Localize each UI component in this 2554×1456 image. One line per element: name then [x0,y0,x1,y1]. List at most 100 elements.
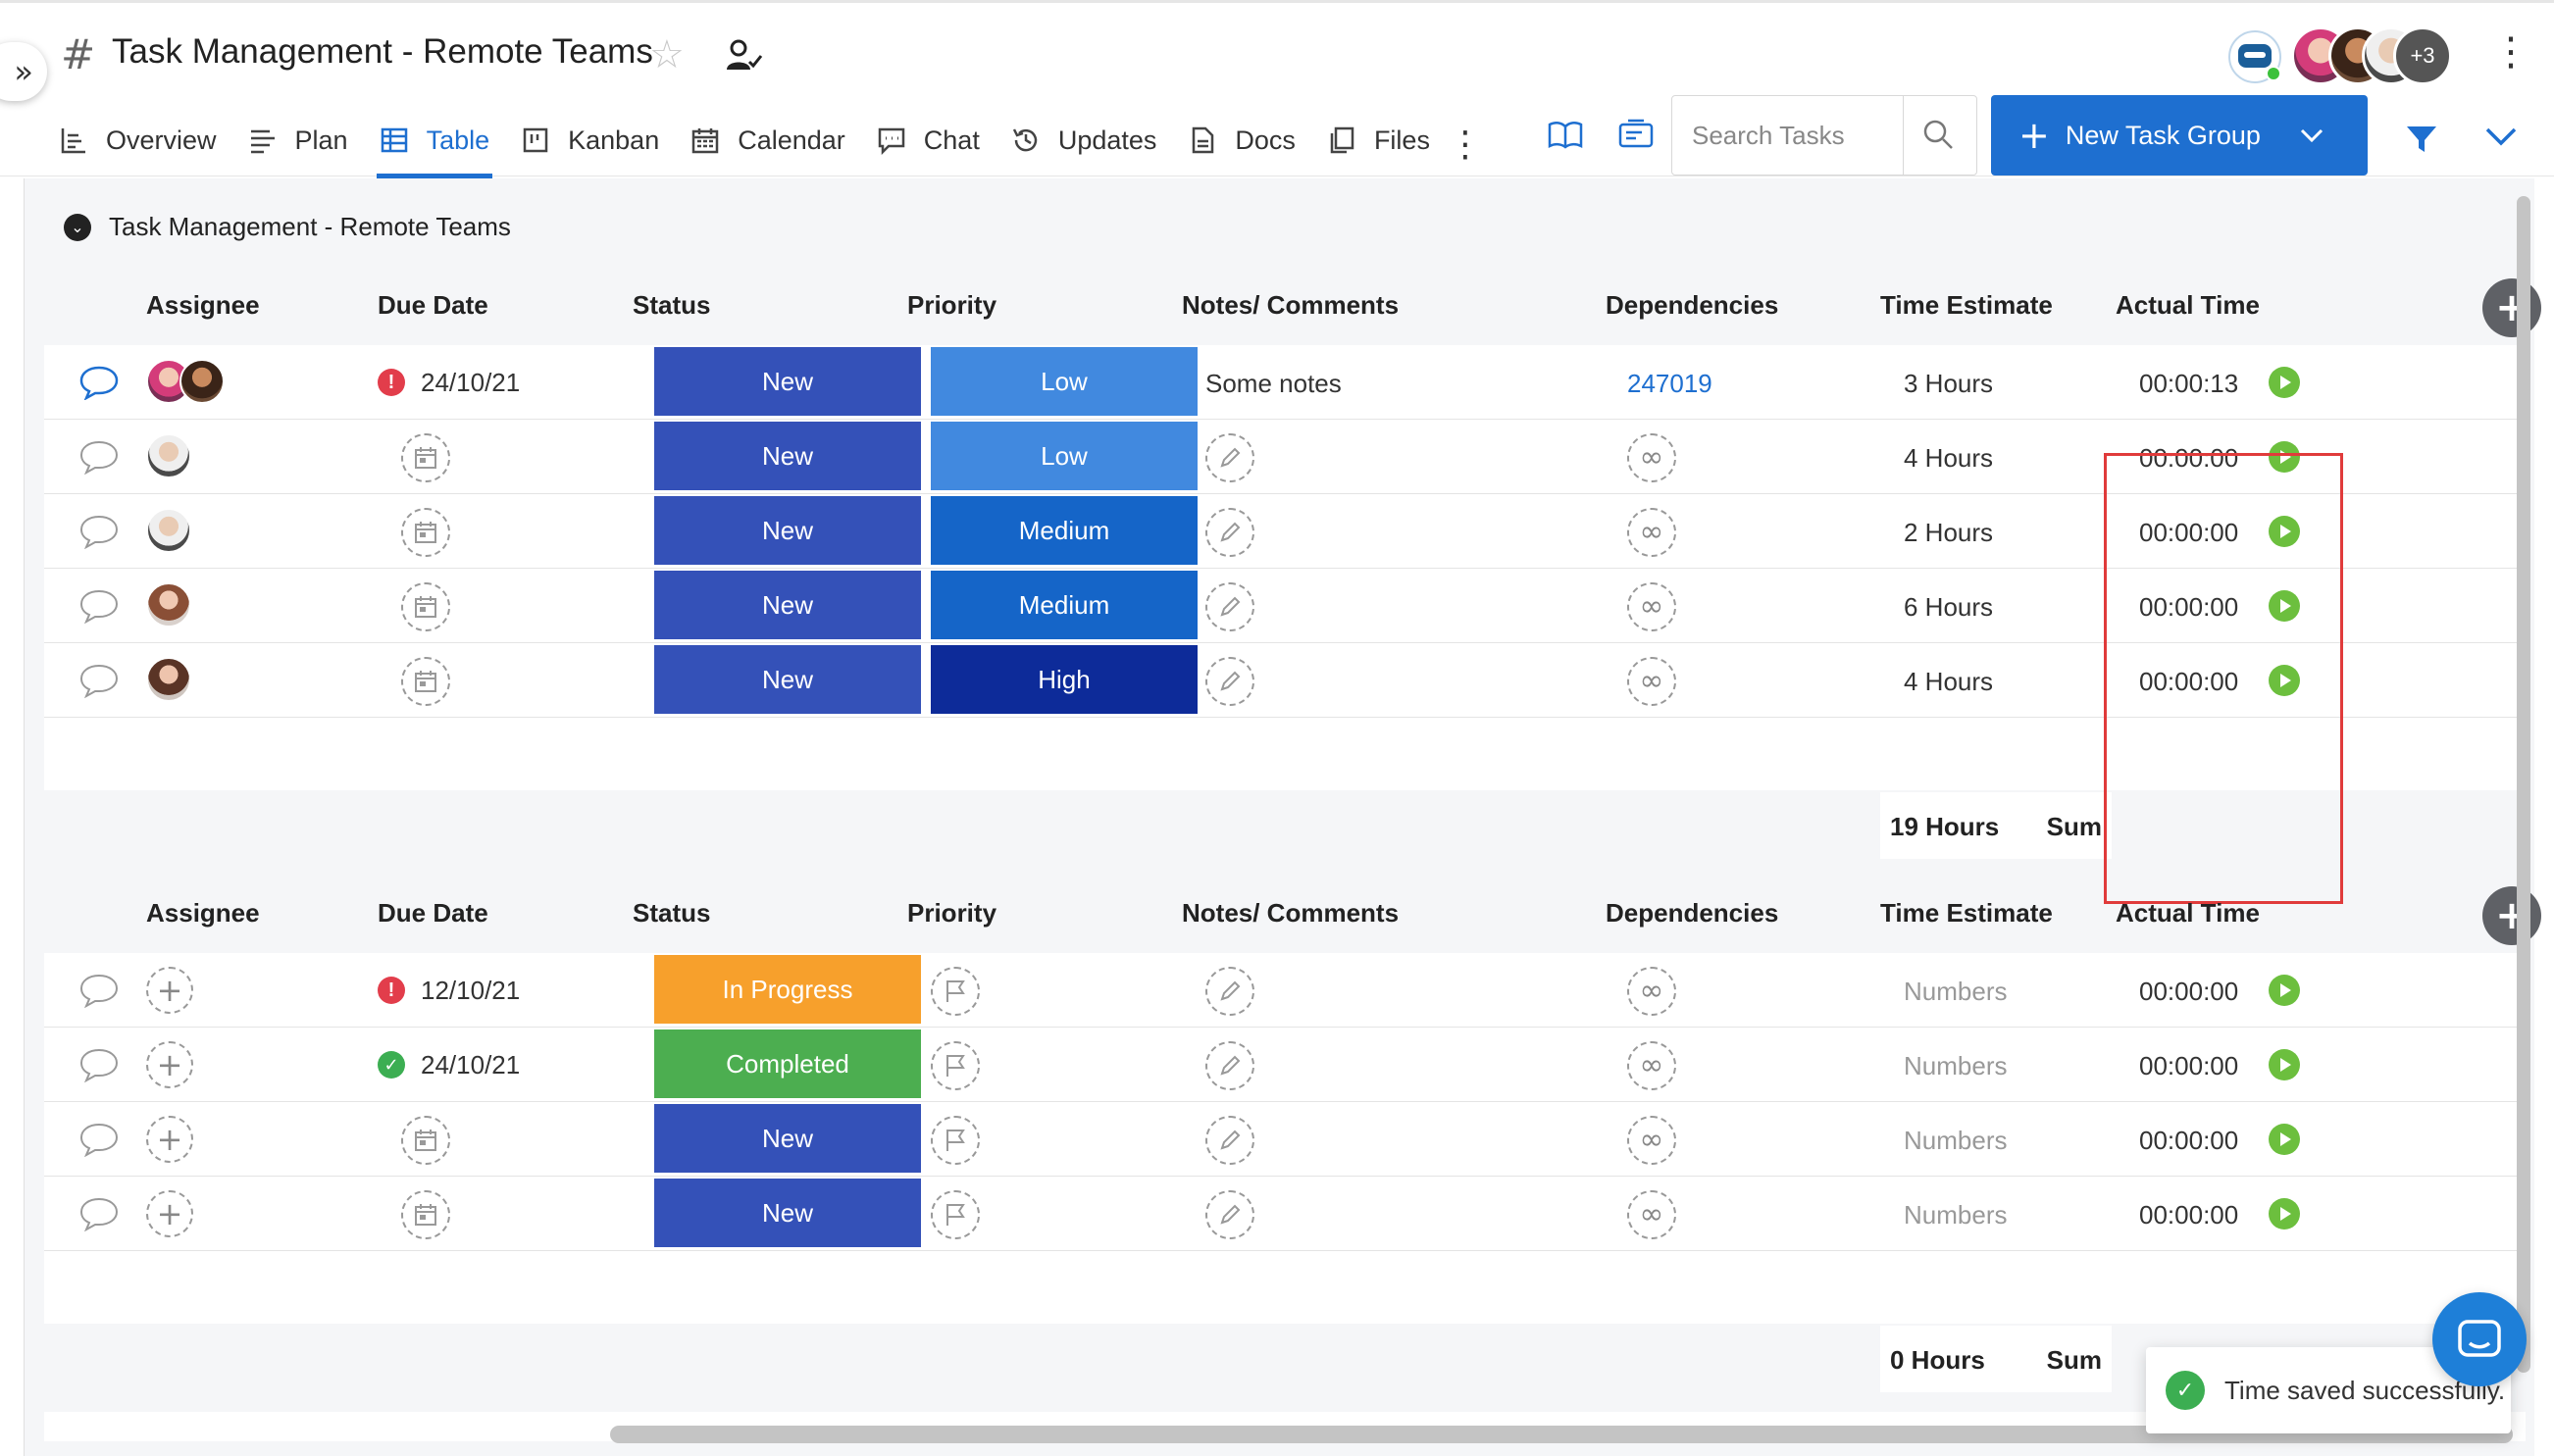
column-header-time-estimate[interactable]: Time Estimate [1880,898,2053,929]
pencil-icon[interactable] [1205,582,1254,631]
add-column-button[interactable]: + [2482,278,2541,337]
time-estimate-cell[interactable]: 6 Hours [1904,592,1993,623]
column-header-due-date[interactable]: Due Date [378,290,488,321]
flag-icon[interactable] [931,1116,980,1165]
new-task-group-button[interactable]: + New Task Group [1991,95,2368,176]
star-icon[interactable]: ☆ [649,32,685,77]
pencil-icon[interactable] [1205,1041,1254,1090]
priority-badge[interactable]: Medium [931,496,1198,565]
dependency-link[interactable]: 247019 [1627,369,1712,399]
support-chat-button[interactable] [2432,1292,2527,1386]
calendar-icon[interactable] [401,433,450,482]
add-assignee-icon[interactable]: + [146,1041,193,1088]
infinity-icon[interactable]: ∞ [1627,1116,1676,1165]
time-estimate-cell[interactable]: Numbers [1904,977,2007,1007]
table-row[interactable]: + ✓ 24/10/21 Completed ∞ Numbers 00:00:0… [44,1028,2526,1102]
tab-chat[interactable]: Chat [877,119,980,162]
time-estimate-cell[interactable]: 2 Hours [1904,518,1993,548]
pencil-icon[interactable] [1205,967,1254,1016]
play-timer-icon[interactable] [2269,1049,2300,1080]
search-icon[interactable] [1921,118,1955,151]
infinity-icon[interactable]: ∞ [1627,582,1676,631]
infinity-icon[interactable]: ∞ [1627,657,1676,706]
column-header-assignee[interactable]: Assignee [146,290,260,321]
play-timer-icon[interactable] [2269,367,2300,398]
column-header-status[interactable]: Status [633,290,710,321]
play-timer-icon[interactable] [2269,1198,2300,1230]
chevron-down-icon[interactable] [2297,121,2326,150]
column-header-status[interactable]: Status [633,898,710,929]
assignee-avatars[interactable] [146,359,225,406]
tab-files[interactable]: Files [1327,119,1430,162]
bot-avatar-icon[interactable] [2228,30,2281,83]
priority-badge[interactable]: High [931,645,1198,714]
column-header-dependencies[interactable]: Dependencies [1606,290,1778,321]
more-tabs-icon[interactable]: ⋮ [1448,125,1483,165]
priority-badge[interactable]: Low [931,347,1198,416]
column-header-assignee[interactable]: Assignee [146,898,260,929]
column-header-dependencies[interactable]: Dependencies [1606,898,1778,929]
play-timer-icon[interactable] [2269,975,2300,1006]
filter-icon[interactable] [2405,123,2438,156]
add-row-area[interactable] [44,1251,2526,1324]
add-assignee-icon[interactable]: + [146,1190,193,1237]
vertical-scrollbar[interactable] [2517,196,2530,1373]
table-row[interactable]: + New ∞ Numbers 00:00:00 [44,1102,2526,1177]
pencil-icon[interactable] [1205,1190,1254,1239]
table-row[interactable]: + ! 12/10/21 In Progress ∞ Numbers 00:00… [44,953,2526,1028]
tab-overview[interactable]: Overview [59,119,217,162]
add-column-button[interactable]: + [2482,886,2541,945]
infinity-icon[interactable]: ∞ [1627,1190,1676,1239]
flag-icon[interactable] [931,1041,980,1090]
status-badge[interactable]: New [654,645,921,714]
comment-icon[interactable] [79,1122,119,1157]
pencil-icon[interactable] [1205,1116,1254,1165]
status-badge[interactable]: New [654,496,921,565]
sidebar-expand-button[interactable]: » [0,42,47,101]
time-estimate-cell[interactable]: Numbers [1904,1051,2007,1081]
notes-cell[interactable]: Some notes [1205,369,1342,399]
column-header-notes[interactable]: Notes/ Comments [1182,290,1399,321]
comment-icon[interactable] [79,588,119,624]
tab-calendar[interactable]: Calendar [690,119,845,162]
more-members-badge[interactable]: +3 [2393,26,2452,85]
tab-kanban[interactable]: Kanban [521,119,659,162]
status-badge[interactable]: New [654,422,921,490]
comment-icon[interactable] [79,1196,119,1231]
due-date-cell[interactable]: ✓ 24/10/21 [378,1028,520,1102]
infinity-icon[interactable]: ∞ [1627,967,1676,1016]
column-header-actual-time[interactable]: Actual Time [2116,290,2260,321]
infinity-icon[interactable]: ∞ [1627,1041,1676,1090]
table-row[interactable]: ! 24/10/21 New Low Some notes 247019 3 H… [44,345,2526,420]
book-icon[interactable] [1548,119,1583,150]
calendar-icon[interactable] [401,508,450,557]
user-check-icon[interactable] [724,36,763,75]
comment-icon[interactable] [79,365,119,400]
comment-icon[interactable] [79,1047,119,1082]
column-header-priority[interactable]: Priority [907,290,996,321]
calendar-icon[interactable] [401,582,450,631]
add-assignee-icon[interactable]: + [146,1116,193,1163]
column-header-time-estimate[interactable]: Time Estimate [1880,290,2053,321]
assignee-avatars[interactable] [146,582,191,629]
search-input[interactable] [1672,96,1904,175]
calendar-icon[interactable] [401,1190,450,1239]
more-options-icon[interactable]: ⋮ [2491,32,2530,72]
status-badge[interactable]: New [654,1104,921,1173]
time-estimate-cell[interactable]: 4 Hours [1904,667,1993,697]
tab-updates[interactable]: Updates [1011,119,1156,162]
due-date-cell[interactable]: ! 12/10/21 [378,953,520,1028]
pencil-icon[interactable] [1205,508,1254,557]
infinity-icon[interactable]: ∞ [1627,508,1676,557]
chevron-down-icon[interactable] [2481,117,2521,156]
priority-badge[interactable]: Medium [931,571,1198,639]
calendar-icon[interactable] [401,657,450,706]
tab-docs[interactable]: Docs [1188,119,1296,162]
pencil-icon[interactable] [1205,433,1254,482]
status-badge[interactable]: New [654,347,921,416]
collapse-group-icon[interactable]: ⌄ [64,213,91,241]
card-view-icon[interactable] [1618,119,1654,150]
time-estimate-cell[interactable]: Numbers [1904,1126,2007,1156]
comment-icon[interactable] [79,663,119,698]
column-header-priority[interactable]: Priority [907,898,996,929]
